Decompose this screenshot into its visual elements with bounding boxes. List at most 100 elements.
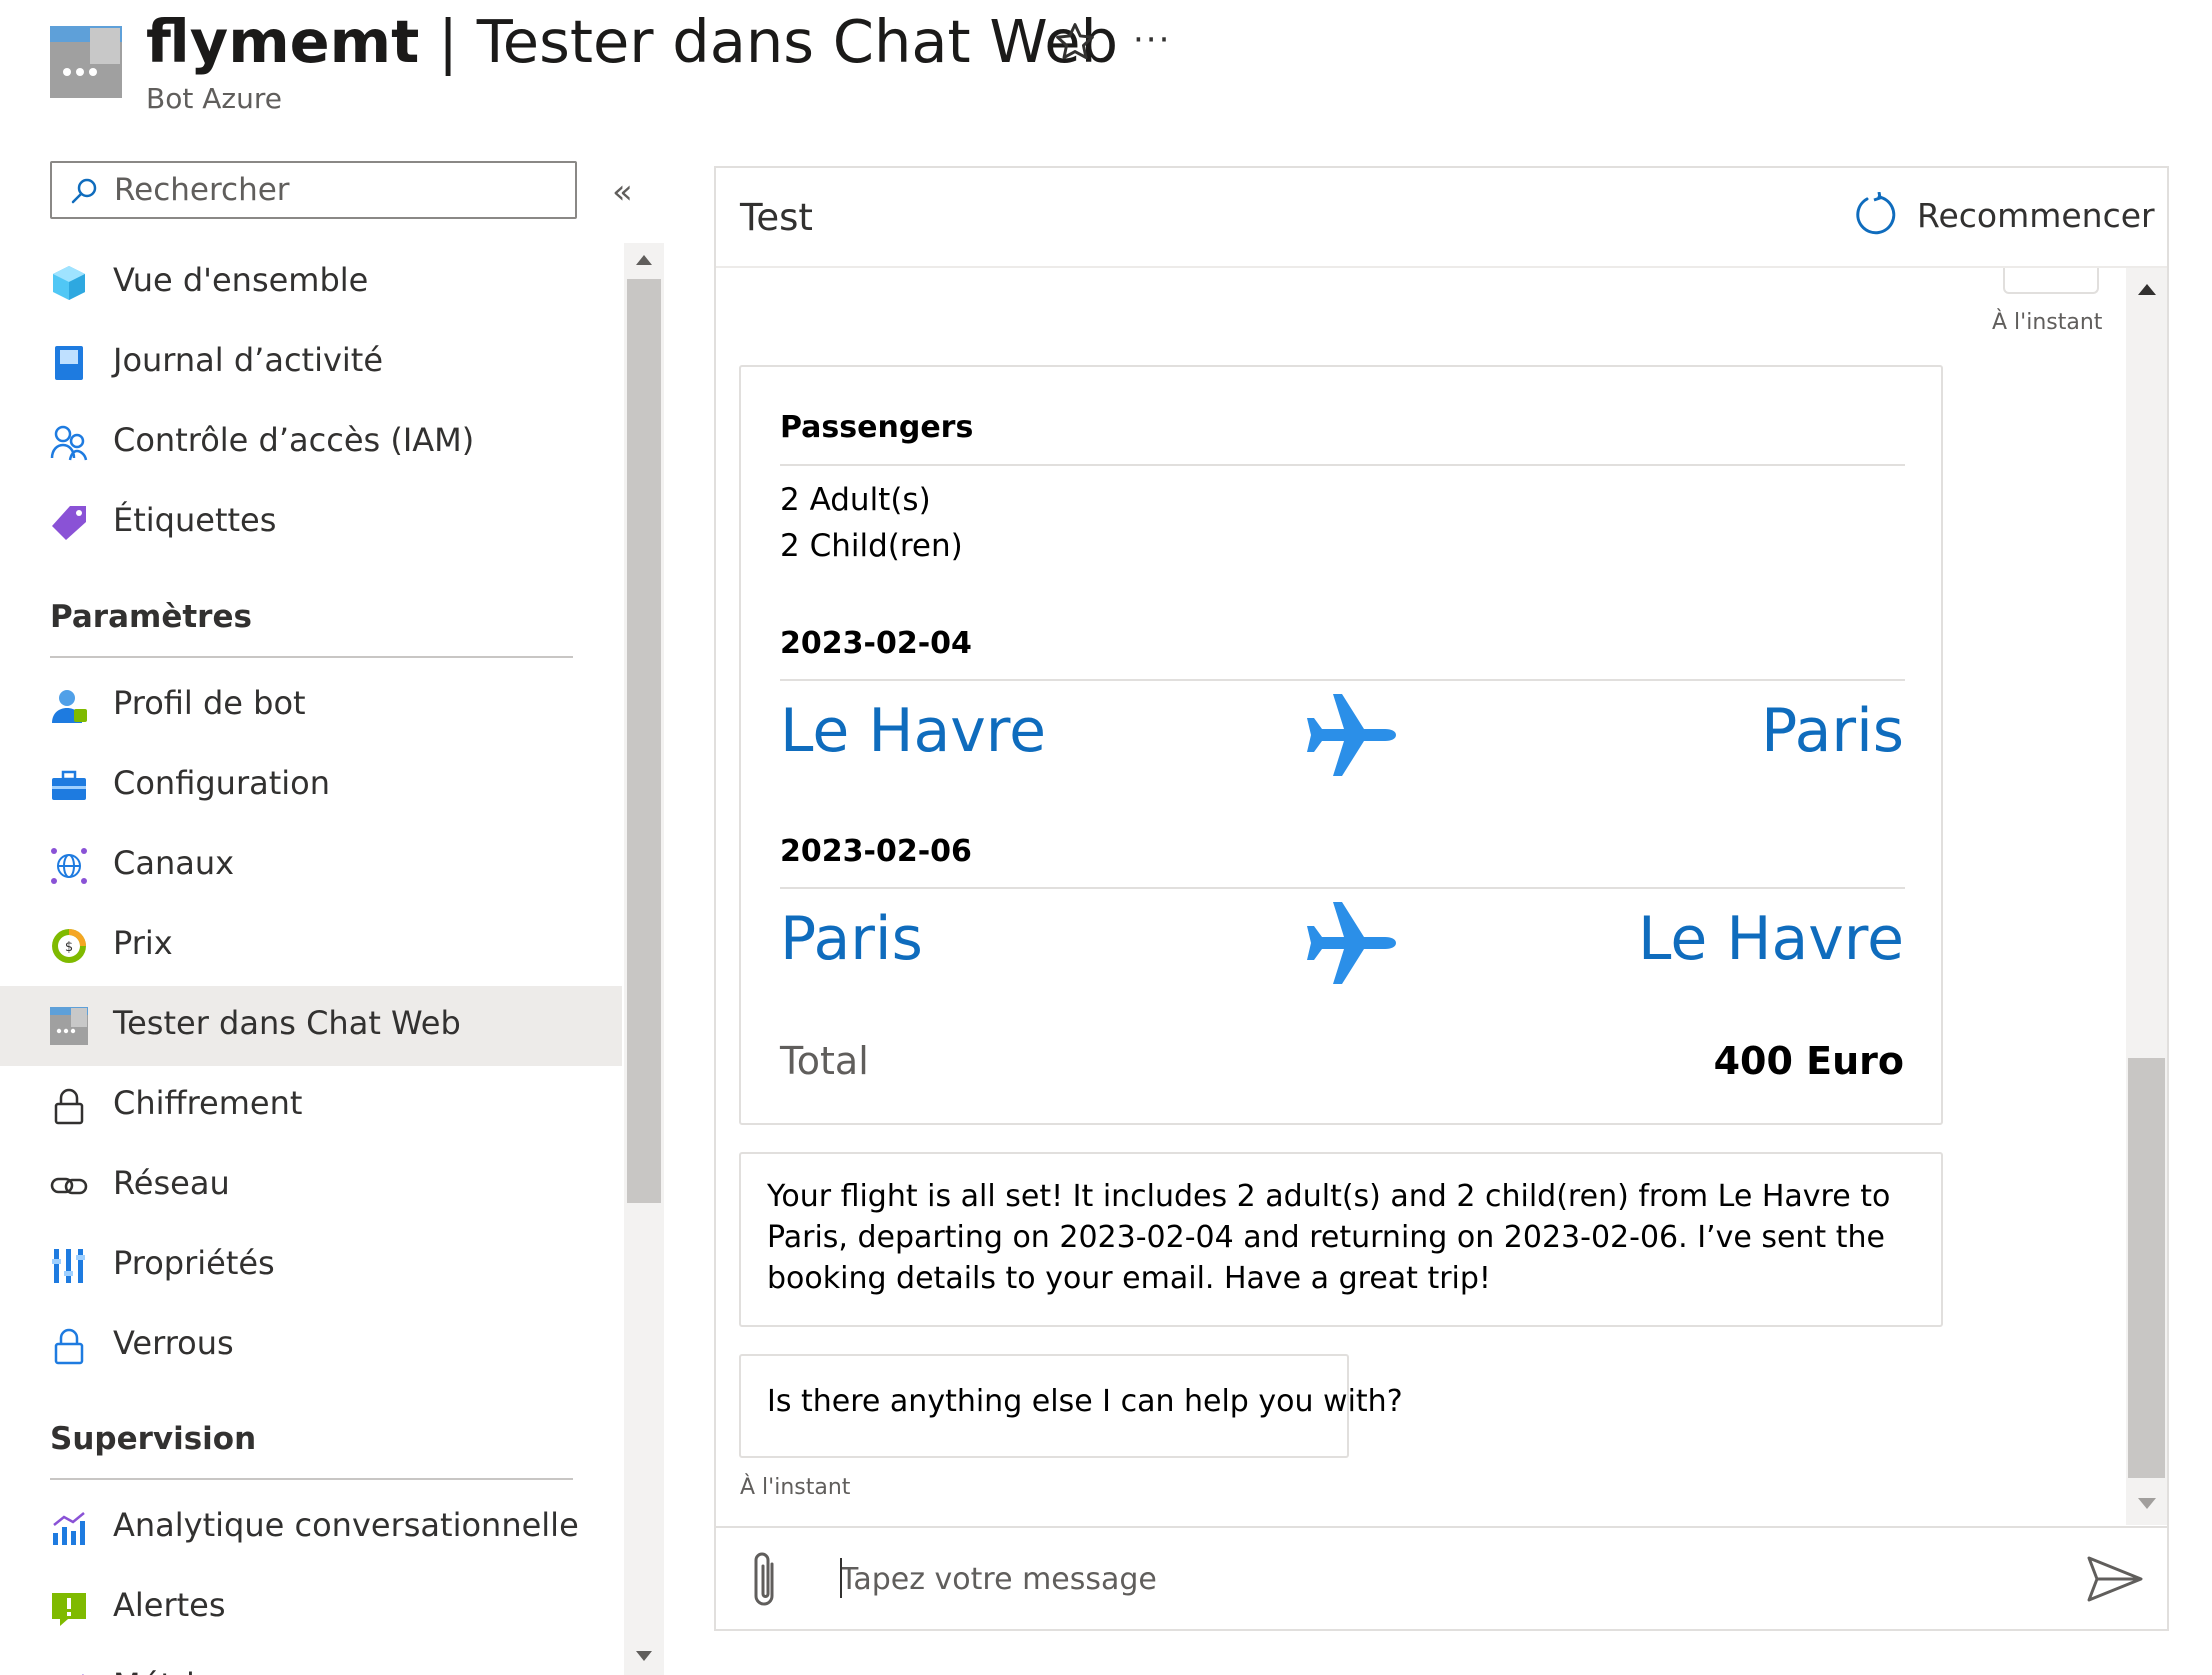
return-destination: Le Havre bbox=[1637, 904, 1904, 974]
scroll-up-arrow-icon[interactable] bbox=[2138, 284, 2156, 295]
nav-item-label: Journal d’activité bbox=[113, 341, 384, 379]
bot-message-text: Your flight is all set! It includes 2 ad… bbox=[767, 1179, 1891, 1296]
search-input[interactable] bbox=[114, 171, 554, 209]
total-label: Total bbox=[780, 1039, 869, 1083]
search-icon bbox=[70, 177, 98, 205]
resource-type: Bot Azure bbox=[146, 82, 282, 115]
outbound-date: 2023-02-04 bbox=[780, 626, 972, 661]
bot-message-bubble: Is there anything else I can help you wi… bbox=[739, 1354, 1403, 1458]
nav-item-encryption[interactable]: Chiffrement bbox=[0, 1066, 622, 1146]
nav-search-box[interactable] bbox=[50, 161, 577, 219]
total-price: 400 Euro bbox=[1713, 1039, 1904, 1083]
toolbox-icon bbox=[50, 767, 88, 805]
nav-item-network[interactable]: Réseau bbox=[0, 1146, 622, 1226]
webchat-app-icon bbox=[50, 26, 122, 98]
people-icon bbox=[50, 424, 88, 462]
return-origin: Paris bbox=[780, 904, 923, 974]
panel-header-divider bbox=[716, 266, 2167, 268]
airplane-icon bbox=[1302, 690, 1402, 780]
scroll-up-arrow-icon[interactable] bbox=[636, 255, 652, 265]
link-icon bbox=[50, 1167, 88, 1205]
nav-item-label: Prix bbox=[113, 924, 173, 962]
nav-item-activity-log[interactable]: Journal d’activité bbox=[0, 323, 622, 403]
blue-lock-icon bbox=[50, 1327, 88, 1365]
section-divider bbox=[50, 656, 573, 658]
nav-item-label: Canaux bbox=[113, 844, 235, 882]
nav-item-bot-profile[interactable]: Profil de bot bbox=[0, 666, 622, 746]
nav-item-overview[interactable]: Vue d'ensemble bbox=[0, 243, 622, 323]
activity-log-icon bbox=[50, 344, 88, 382]
nav-item-channels[interactable]: Canaux bbox=[0, 826, 622, 906]
nav-scrollbar-thumb[interactable] bbox=[627, 279, 661, 1203]
card-divider bbox=[780, 887, 1905, 889]
nav-item-label: Contrôle d’accès (IAM) bbox=[113, 421, 475, 459]
airplane-icon bbox=[1302, 898, 1402, 988]
nav-item-iam[interactable]: Contrôle d’accès (IAM) bbox=[0, 403, 622, 483]
message-timestamp: À l'instant bbox=[740, 1475, 851, 1500]
text-cursor bbox=[840, 1558, 842, 1598]
nav-item-label: Propriétés bbox=[113, 1244, 275, 1282]
bot-profile-icon bbox=[50, 687, 88, 725]
alert-icon bbox=[50, 1589, 88, 1627]
chat-scrollbar-thumb[interactable] bbox=[2128, 1058, 2165, 1478]
page-title: flymemt | Tester dans Chat Web bbox=[146, 6, 1118, 78]
analytics-icon bbox=[50, 1509, 88, 1547]
nav-item-properties[interactable]: Propriétés bbox=[0, 1226, 622, 1306]
paperclip-icon[interactable] bbox=[744, 1550, 784, 1612]
previous-message-bubble bbox=[2003, 268, 2099, 294]
collapse-nav-button[interactable]: « bbox=[612, 172, 633, 212]
nav-item-label: Étiquettes bbox=[113, 501, 277, 539]
bot-message-bubble: Your flight is all set! It includes 2 ad… bbox=[739, 1152, 1943, 1327]
scroll-down-arrow-icon[interactable] bbox=[636, 1651, 652, 1661]
bot-message-text: Is there anything else I can help you wi… bbox=[767, 1384, 1403, 1419]
nav-item-alerts[interactable]: Alertes bbox=[0, 1568, 622, 1648]
restart-label: Recommencer bbox=[1917, 196, 2155, 235]
properties-icon bbox=[50, 1247, 88, 1285]
pricing-icon: $ bbox=[50, 927, 88, 965]
page-name: Tester dans Chat Web bbox=[476, 7, 1119, 76]
cube-icon bbox=[50, 264, 88, 302]
nav-item-label: Vue d'ensemble bbox=[113, 261, 369, 299]
message-input[interactable] bbox=[840, 1557, 2040, 1601]
favorite-star-icon[interactable] bbox=[1053, 20, 1097, 64]
section-heading-monitoring: Supervision bbox=[50, 1421, 257, 1457]
nav-item-label: Chiffrement bbox=[113, 1084, 303, 1122]
nav-item-tags[interactable]: Étiquettes bbox=[0, 483, 622, 563]
scroll-down-arrow-icon[interactable] bbox=[2138, 1498, 2156, 1509]
passengers-heading: Passengers bbox=[780, 410, 974, 445]
section-divider bbox=[50, 1478, 573, 1480]
return-date: 2023-02-06 bbox=[780, 834, 972, 869]
webchat-icon bbox=[50, 1007, 88, 1045]
nav-item-test-web-chat[interactable]: Tester dans Chat Web bbox=[0, 986, 622, 1066]
nav-item-label: Configuration bbox=[113, 764, 331, 802]
tag-icon bbox=[50, 504, 88, 542]
card-divider bbox=[780, 679, 1905, 681]
restart-button[interactable]: Recommencer bbox=[1853, 191, 2155, 246]
more-options-button[interactable]: ··· bbox=[1133, 20, 1171, 60]
nav-item-label: Analytique conversationnelle bbox=[113, 1506, 579, 1544]
nav-item-pricing[interactable]: $ Prix bbox=[0, 906, 622, 986]
nav-scrollbar[interactable] bbox=[624, 243, 664, 1675]
children-count: 2 Child(ren) bbox=[780, 528, 963, 564]
nav-item-analytics[interactable]: Analytique conversationnelle bbox=[0, 1488, 622, 1568]
outbound-destination: Paris bbox=[1761, 696, 1904, 766]
send-icon[interactable] bbox=[2086, 1554, 2144, 1604]
resource-name: flymemt bbox=[146, 7, 420, 76]
refresh-icon bbox=[1853, 191, 1897, 236]
nav-item-label: Tester dans Chat Web bbox=[113, 1004, 461, 1042]
title-separator: | bbox=[438, 7, 459, 76]
nav-item-label: Alertes bbox=[113, 1586, 226, 1624]
nav-item-label: Profil de bot bbox=[113, 684, 306, 722]
nav-menu: Vue d'ensemble Journal d’activité Contrô… bbox=[0, 243, 622, 1675]
section-heading-settings: Paramètres bbox=[50, 599, 252, 635]
chat-scrollbar[interactable] bbox=[2126, 268, 2167, 1525]
nav-item-label: Métriques bbox=[113, 1666, 272, 1675]
nav-item-metrics[interactable]: Métriques bbox=[0, 1648, 622, 1675]
nav-item-locks[interactable]: Verrous bbox=[0, 1306, 622, 1386]
svg-text:$: $ bbox=[65, 940, 73, 955]
lock-icon bbox=[50, 1087, 88, 1125]
adults-count: 2 Adult(s) bbox=[780, 482, 931, 518]
nav-item-label: Verrous bbox=[113, 1324, 234, 1362]
globe-network-icon bbox=[50, 847, 88, 885]
nav-item-configuration[interactable]: Configuration bbox=[0, 746, 622, 826]
